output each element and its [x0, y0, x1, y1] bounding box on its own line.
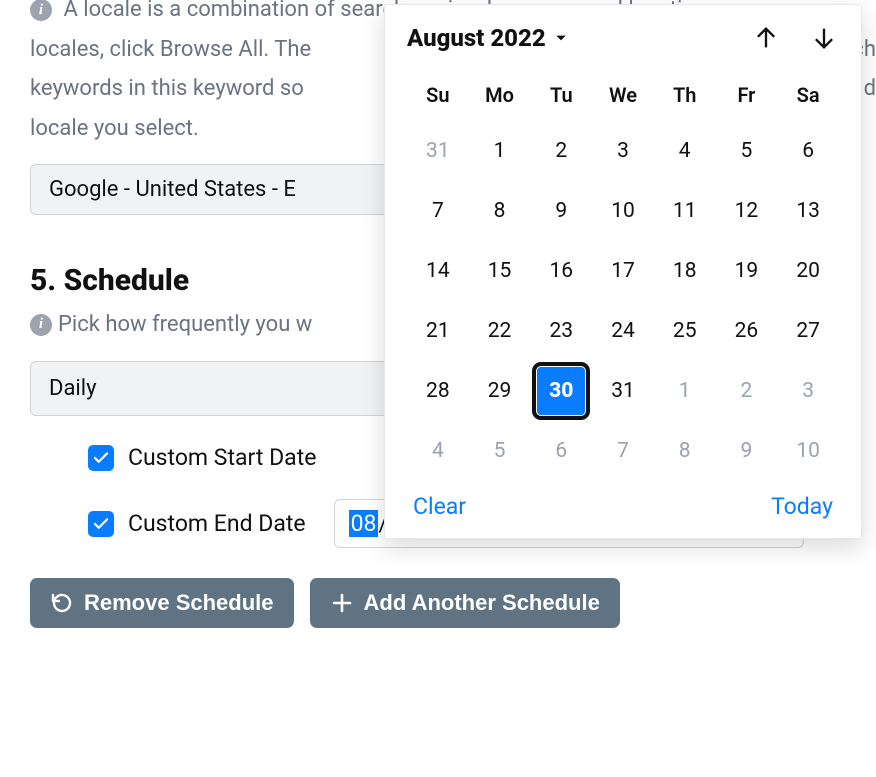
locale-help-line3: keywords in this keyword so [30, 76, 304, 101]
datepicker-day[interactable]: 15 [469, 241, 531, 301]
datepicker-day[interactable]: 7 [407, 181, 469, 241]
datepicker-day[interactable]: 31 [592, 361, 654, 421]
datepicker-day[interactable]: 20 [777, 241, 839, 301]
datepicker-day[interactable]: 4 [654, 121, 716, 181]
datepicker-day[interactable]: 30 [530, 361, 592, 421]
datepicker-day[interactable]: 14 [407, 241, 469, 301]
datepicker-day[interactable]: 29 [469, 361, 531, 421]
datepicker-day[interactable]: 1 [654, 361, 716, 421]
datepicker-day[interactable]: 3 [592, 121, 654, 181]
datepicker-day[interactable]: 7 [592, 421, 654, 481]
locale-select-label: Google - United States - E [49, 177, 296, 202]
datepicker-day[interactable]: 8 [469, 181, 531, 241]
arrow-down-icon [810, 24, 838, 52]
datepicker-day[interactable]: 12 [716, 181, 778, 241]
locale-help-line2: locales, click Browse All. The [30, 37, 311, 62]
datepicker-day[interactable]: 6 [777, 121, 839, 181]
datepicker-day[interactable]: 6 [530, 421, 592, 481]
datepicker-day[interactable]: 24 [592, 301, 654, 361]
datepicker-day[interactable]: 18 [654, 241, 716, 301]
datepicker-day[interactable]: 21 [407, 301, 469, 361]
checkmark-icon [92, 449, 110, 467]
datepicker-dow: Su [407, 73, 469, 121]
datepicker-day[interactable]: 1 [469, 121, 531, 181]
datepicker-next-month[interactable] [809, 23, 839, 53]
datepicker-day[interactable]: 13 [777, 181, 839, 241]
checkmark-icon [92, 515, 110, 533]
info-icon: i [30, 314, 52, 336]
datepicker-today[interactable]: Today [771, 493, 833, 520]
datepicker-day[interactable]: 31 [407, 121, 469, 181]
datepicker-day[interactable]: 19 [716, 241, 778, 301]
undo-icon [50, 591, 74, 615]
add-schedule-button[interactable]: Add Another Schedule [310, 578, 620, 628]
datepicker-popover: August 2022 SuMoTuWeThFrSa31123456789101… [384, 4, 862, 539]
add-schedule-label: Add Another Schedule [364, 590, 600, 616]
datepicker-day[interactable]: 28 [407, 361, 469, 421]
datepicker-day[interactable]: 2 [530, 121, 592, 181]
datepicker-day[interactable]: 16 [530, 241, 592, 301]
custom-start-date-checkbox[interactable] [88, 445, 114, 471]
datepicker-day[interactable]: 23 [530, 301, 592, 361]
locale-select[interactable]: Google - United States - E [30, 164, 390, 215]
plus-icon [330, 591, 354, 615]
datepicker-day[interactable]: 10 [777, 421, 839, 481]
datepicker-day[interactable]: 2 [716, 361, 778, 421]
datepicker-clear[interactable]: Clear [413, 493, 466, 520]
datepicker-dow: We [592, 73, 654, 121]
remove-schedule-button[interactable]: Remove Schedule [30, 578, 294, 628]
datepicker-day[interactable]: 5 [716, 121, 778, 181]
datepicker-dow: Th [654, 73, 716, 121]
datepicker-day[interactable]: 11 [654, 181, 716, 241]
remove-schedule-label: Remove Schedule [84, 590, 274, 616]
frequency-select[interactable]: Daily [30, 361, 390, 416]
datepicker-day[interactable]: 25 [654, 301, 716, 361]
datepicker-day[interactable]: 9 [530, 181, 592, 241]
custom-start-date-label: Custom Start Date [128, 444, 316, 471]
frequency-label: Daily [49, 376, 97, 401]
arrow-up-icon [752, 24, 780, 52]
datepicker-dow: Mo [469, 73, 531, 121]
datepicker-dow: Fr [716, 73, 778, 121]
locale-frag-right-2: d [864, 69, 876, 109]
schedule-sub-text: Pick how frequently you w [58, 312, 312, 337]
custom-end-date-checkbox[interactable] [88, 511, 114, 537]
datepicker-day[interactable]: 22 [469, 301, 531, 361]
datepicker-month-label: August 2022 [407, 24, 546, 52]
info-icon: i [30, 0, 52, 21]
caret-down-icon [554, 31, 568, 45]
datepicker-day[interactable]: 8 [654, 421, 716, 481]
datepicker-dow: Tu [530, 73, 592, 121]
datepicker-month-select[interactable]: August 2022 [407, 24, 568, 52]
datepicker-day[interactable]: 17 [592, 241, 654, 301]
datepicker-day[interactable]: 10 [592, 181, 654, 241]
datepicker-day[interactable]: 27 [777, 301, 839, 361]
datepicker-prev-month[interactable] [751, 23, 781, 53]
datepicker-day[interactable]: 5 [469, 421, 531, 481]
date-month-segment[interactable]: 08 [349, 510, 379, 537]
datepicker-day[interactable]: 26 [716, 301, 778, 361]
datepicker-day[interactable]: 9 [716, 421, 778, 481]
locale-help-line4: locale you select. [30, 116, 199, 141]
custom-end-date-label: Custom End Date [128, 510, 306, 537]
datepicker-day[interactable]: 3 [777, 361, 839, 421]
datepicker-day[interactable]: 4 [407, 421, 469, 481]
datepicker-dow: Sa [777, 73, 839, 121]
